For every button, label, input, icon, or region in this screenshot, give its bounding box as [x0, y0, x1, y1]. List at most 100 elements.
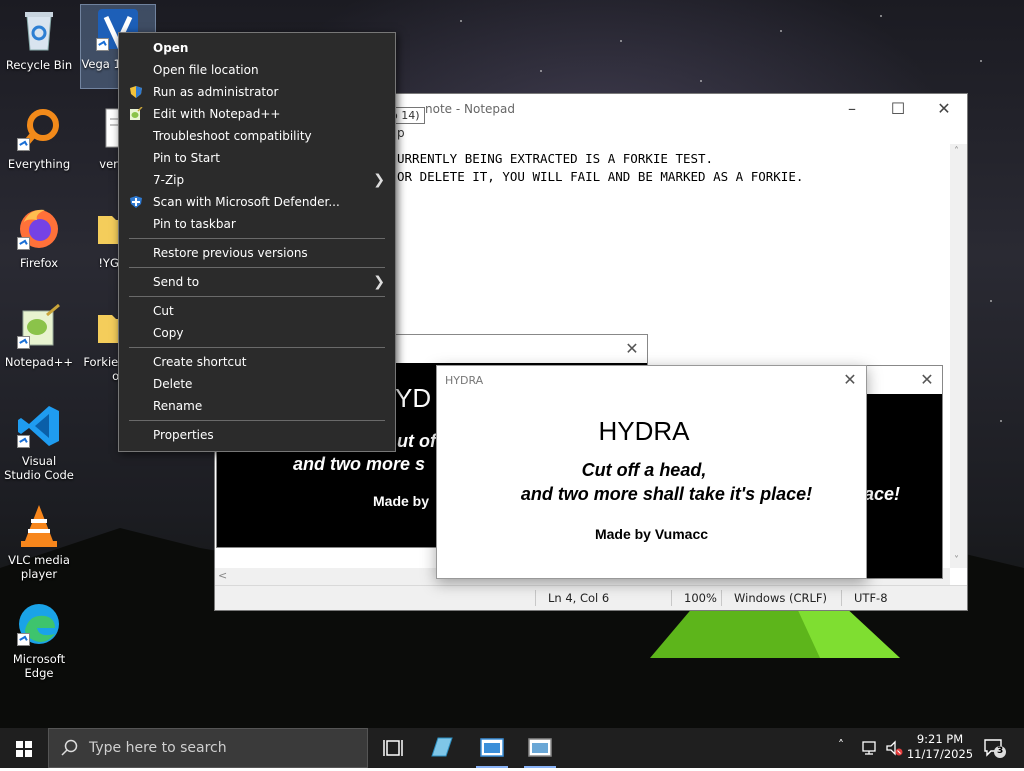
menu-item-edit-notepadpp[interactable]: Edit with Notepad++ [119, 103, 395, 125]
menu-item-label: 7-Zip [153, 173, 185, 187]
menu-item-cut[interactable]: Cut [119, 300, 395, 322]
menu-item-label: Run as administrator [153, 85, 279, 99]
menu-item-open-file-location[interactable]: Open file location [119, 59, 395, 81]
search-placeholder: Type here to search [89, 740, 227, 756]
desktop-icon-edge[interactable]: Microsoft Edge [2, 600, 76, 680]
menu-item-label: Troubleshoot compatibility [153, 129, 312, 143]
show-hidden-icons-button[interactable]: ˄ [838, 738, 856, 758]
task-view-icon [383, 740, 403, 756]
menu-item-label: Delete [153, 377, 193, 391]
status-position: Ln 4, Col 6 [535, 590, 609, 606]
menu-item-7zip[interactable]: 7-Zip ❯ [119, 169, 395, 191]
chevron-right-icon: ❯ [373, 172, 385, 188]
icon-label: Everything [7, 157, 71, 171]
menu-item-scan-defender[interactable]: Scan with Microsoft Defender... [119, 191, 395, 213]
icon-label: Microsoft Edge [12, 652, 66, 680]
close-button[interactable]: ✕ [838, 369, 862, 391]
clock-date: 11/17/2025 [906, 747, 974, 761]
close-button[interactable]: ✕ [617, 335, 647, 363]
menu-help[interactable]: p [397, 126, 405, 140]
menu-separator [129, 420, 385, 421]
menu-separator [129, 347, 385, 348]
hydra-line-2: ace! [864, 484, 901, 504]
desktop-icon-everything[interactable]: Everything [2, 105, 76, 171]
taskbar-app-notepad[interactable] [418, 728, 466, 768]
menu-separator [129, 238, 385, 239]
minimize-button[interactable]: – [829, 94, 875, 124]
menu-item-label: Copy [153, 326, 184, 340]
hydra-line-2: and two more shall take it's place! [520, 484, 813, 504]
hydra-line-1: Cut off a head, [581, 460, 707, 480]
desktop-icon-recycle-bin[interactable]: Recycle Bin [2, 6, 76, 72]
shortcut-arrow-icon [17, 435, 30, 448]
icon-label: Firefox [19, 256, 59, 270]
shortcut-arrow-icon [17, 237, 30, 250]
menu-item-open[interactable]: Open [119, 37, 395, 59]
menu-item-delete[interactable]: Delete [119, 373, 395, 395]
icon-label: VLC media player [8, 553, 70, 581]
menu-item-properties[interactable]: Properties [119, 424, 395, 446]
close-button[interactable]: ✕ [912, 366, 942, 394]
menu-item-label: Open file location [153, 63, 259, 77]
status-line-endings: Windows (CRLF) [721, 590, 827, 606]
desktop-icon-vlc[interactable]: VLC media player [2, 501, 76, 581]
menu-item-rename[interactable]: Rename [119, 395, 395, 417]
defender-icon [130, 196, 142, 208]
window-app-icon [480, 738, 504, 757]
search-icon [61, 739, 78, 756]
start-button[interactable] [0, 728, 48, 768]
notification-center-button[interactable]: 3 [982, 736, 1006, 760]
menu-item-pin-to-start[interactable]: Pin to Start [119, 147, 395, 169]
hydra-heading: HYDRA [598, 416, 690, 446]
menu-item-label: Send to [153, 275, 200, 289]
search-box[interactable]: Type here to search [48, 728, 368, 768]
taskbar-app-hydra-1[interactable] [468, 728, 516, 768]
menu-item-label: Create shortcut [153, 355, 247, 369]
volume-muted-icon[interactable] [884, 738, 904, 758]
hydra-made-by: Made by Vumacc [594, 526, 709, 542]
menu-item-send-to[interactable]: Send to ❯ [119, 271, 395, 293]
menu-item-pin-to-taskbar[interactable]: Pin to taskbar [119, 213, 395, 235]
menu-item-label: Open [153, 41, 189, 55]
menu-separator [129, 296, 385, 297]
hydra-window[interactable]: HYDRA ✕ HYDRA Cut off a head, and two mo… [436, 365, 867, 579]
shortcut-arrow-icon [17, 336, 30, 349]
menu-item-label: Cut [153, 304, 174, 318]
hydra-line-2: and two more s [293, 454, 426, 474]
menu-item-troubleshoot[interactable]: Troubleshoot compatibility [119, 125, 395, 147]
notepad-app-icon [431, 737, 453, 757]
hydra-made-by: Made by [373, 493, 430, 509]
desktop-icon-notepadpp[interactable]: Notepad++ [2, 303, 76, 369]
taskbar-app-hydra-2[interactable] [516, 728, 564, 768]
text-line: OR DELETE IT, YOU WILL FAIL AND BE MARKE… [397, 169, 804, 184]
text-line: URRENTLY BEING EXTRACTED IS A FORKIE TES… [397, 151, 714, 166]
menu-item-restore-versions[interactable]: Restore previous versions [119, 242, 395, 264]
shortcut-arrow-icon [17, 633, 30, 646]
maximize-button[interactable]: ☐ [875, 94, 921, 124]
clock[interactable]: 9:21 PM 11/17/2025 [906, 732, 974, 762]
menu-item-copy[interactable]: Copy [119, 322, 395, 344]
task-view-button[interactable] [370, 728, 418, 768]
desktop-icon-vscode[interactable]: Visual Studio Code [2, 402, 76, 482]
menu-item-create-shortcut[interactable]: Create shortcut [119, 351, 395, 373]
desktop-icon-firefox[interactable]: Firefox [2, 204, 76, 270]
menu-item-label: Properties [153, 428, 214, 442]
menu-item-label: Rename [153, 399, 203, 413]
vertical-scrollbar[interactable]: ˄ ˅ [950, 144, 967, 568]
menu-item-run-as-admin[interactable]: Run as administrator [119, 81, 395, 103]
close-button[interactable]: ✕ [921, 94, 967, 124]
hydra-line-1: ut of [397, 431, 436, 451]
status-bar: Ln 4, Col 6 100% Windows (CRLF) UTF-8 [215, 585, 967, 610]
hydra-title-text: YD [395, 383, 432, 413]
network-icon[interactable] [860, 738, 880, 758]
menu-item-label: Pin to taskbar [153, 217, 236, 231]
scroll-left-icon[interactable]: < [218, 569, 227, 582]
menu-separator [129, 267, 385, 268]
clock-time: 9:21 PM [916, 732, 964, 746]
scroll-down-icon[interactable]: ˅ [954, 555, 959, 566]
status-zoom: 100% [671, 590, 717, 606]
scroll-up-icon[interactable]: ˄ [954, 146, 959, 157]
context-menu[interactable]: Open Open file location Run as administr… [118, 32, 396, 452]
window-app-icon [528, 738, 552, 757]
notepad-title: note - Notepad [425, 102, 515, 116]
